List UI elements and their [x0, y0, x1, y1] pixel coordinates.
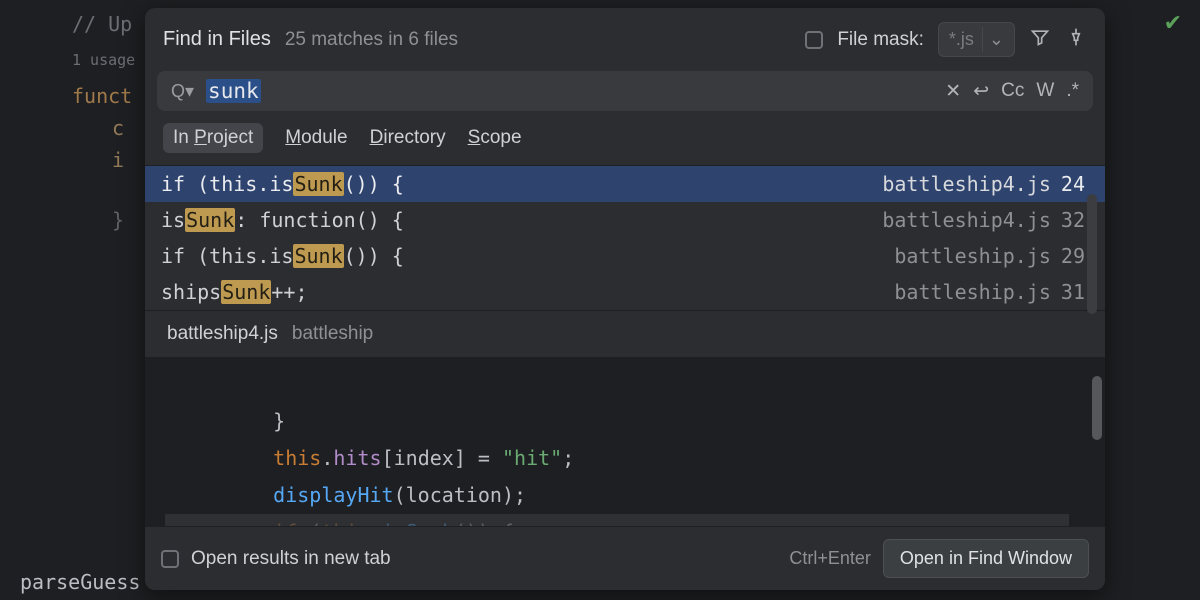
pin-icon[interactable] [1065, 27, 1087, 53]
open-new-tab-label: Open results in new tab [191, 548, 391, 570]
bg-func-kw: funct [72, 84, 132, 108]
search-icon[interactable]: Q▾ [171, 81, 194, 102]
result-line: 29 [1061, 244, 1085, 268]
file-mask-value: *.js [949, 29, 974, 50]
find-in-files-dialog: Find in Files 25 matches in 6 files File… [145, 8, 1105, 590]
result-line: 32 [1061, 208, 1085, 232]
result-file: battleship4.js [882, 172, 1051, 196]
result-file: battleship.js [894, 280, 1051, 304]
match-highlight: Sunk [185, 208, 235, 232]
result-file: battleship.js [894, 244, 1051, 268]
file-mask-label: File mask: [837, 29, 924, 51]
result-file: battleship4.js [882, 208, 1051, 232]
preview-h-scrollbar[interactable] [165, 514, 1069, 526]
preview-header: battleship4.js battleship [145, 311, 1105, 358]
dialog-header: Find in Files 25 matches in 6 files File… [145, 8, 1105, 71]
file-mask-input[interactable]: *.js ⌄ [938, 22, 1015, 57]
search-query: sunk [206, 79, 261, 103]
open-new-tab-checkbox[interactable] [161, 550, 179, 568]
match-highlight: Sunk [293, 172, 343, 196]
search-input[interactable]: sunk [206, 79, 933, 103]
whole-words-toggle[interactable]: W [1036, 80, 1054, 102]
file-mask-checkbox[interactable] [805, 31, 823, 49]
preview-file: battleship4.js [167, 323, 278, 345]
result-row[interactable]: isSunk: function() { battleship4.js32 [145, 202, 1105, 238]
results-scrollbar[interactable] [1087, 194, 1097, 314]
result-line: 31 [1061, 280, 1085, 304]
result-row[interactable]: shipsSunk++; battleship.js31 [145, 274, 1105, 310]
preview-pane: } this.hits[index] = "hit"; displayHit(l… [145, 358, 1105, 526]
tab-in-project[interactable]: In Project [163, 123, 263, 153]
scope-tabs: In Project Module Directory Scope [145, 111, 1105, 165]
search-row: Q▾ sunk ✕ ↩ Cc W .* [157, 71, 1093, 111]
open-find-window-button[interactable]: Open in Find Window [883, 539, 1089, 578]
history-icon[interactable]: ↩ [973, 80, 989, 103]
match-highlight: Sunk [221, 280, 271, 304]
preview-path: battleship [292, 323, 373, 345]
bg-parseguess: parseGuess [20, 566, 140, 598]
dialog-footer: Open results in new tab Ctrl+Enter Open … [145, 526, 1105, 590]
matches-count: 25 matches in 6 files [285, 29, 792, 51]
regex-toggle[interactable]: .* [1066, 80, 1079, 102]
preview-v-scrollbar[interactable] [1092, 376, 1102, 440]
chevron-down-icon[interactable]: ⌄ [982, 27, 1010, 52]
clear-icon[interactable]: ✕ [945, 80, 961, 103]
filter-icon[interactable] [1029, 27, 1051, 53]
results-list: if (this.isSunk()) { battleship4.js24 is… [145, 165, 1105, 311]
match-case-toggle[interactable]: Cc [1001, 80, 1024, 102]
tab-module[interactable]: Module [285, 127, 347, 149]
shortcut-hint: Ctrl+Enter [789, 548, 871, 569]
result-row[interactable]: if (this.isSunk()) { battleship4.js24 [145, 166, 1105, 202]
tab-scope[interactable]: Scope [468, 127, 522, 149]
inspection-ok-icon[interactable]: ✔ [1164, 10, 1182, 36]
dialog-title: Find in Files [163, 28, 271, 51]
preview-code: } this.hits[index] = "hit"; displayHit(l… [225, 366, 1105, 526]
result-line: 24 [1061, 172, 1085, 196]
tab-directory[interactable]: Directory [370, 127, 446, 149]
result-row[interactable]: if (this.isSunk()) { battleship.js29 [145, 238, 1105, 274]
match-highlight: Sunk [293, 244, 343, 268]
